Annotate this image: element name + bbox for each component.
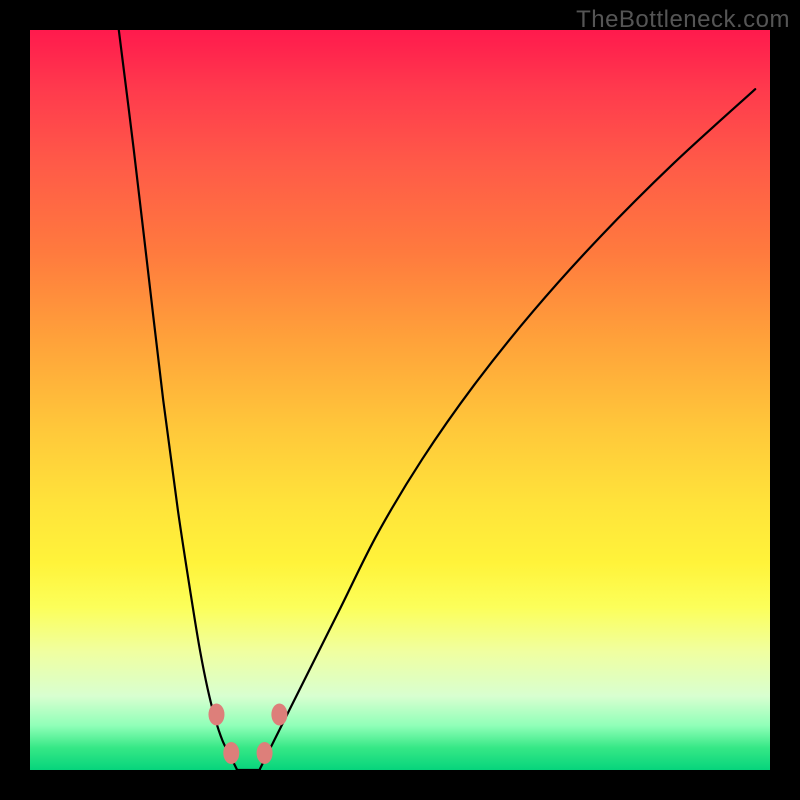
- curve-marker: [271, 704, 287, 726]
- curve-layer: [30, 30, 770, 770]
- chart-frame: TheBottleneck.com: [0, 0, 800, 800]
- plot-area: [30, 30, 770, 770]
- curve-marker: [257, 742, 273, 764]
- bottleneck-curve: [119, 30, 755, 771]
- curve-marker: [208, 704, 224, 726]
- curve-marker: [223, 742, 239, 764]
